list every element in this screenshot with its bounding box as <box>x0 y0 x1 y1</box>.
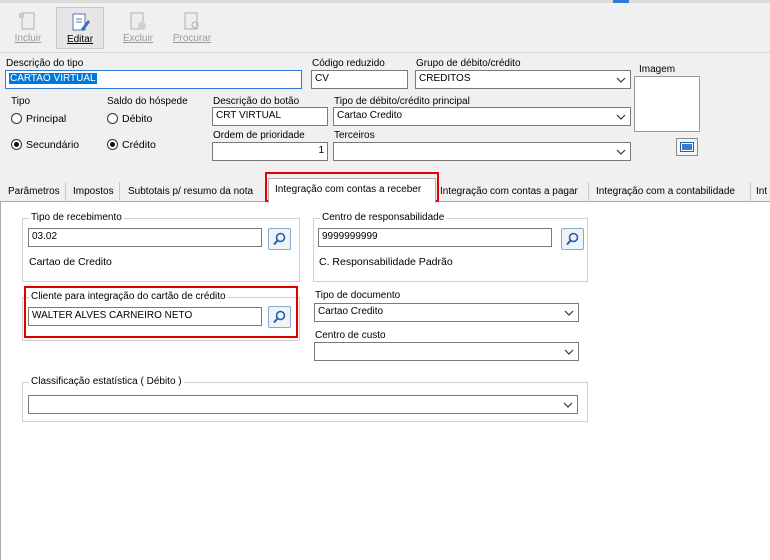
ordem-label: Ordem de prioridade <box>213 130 305 141</box>
chevron-down-icon <box>616 149 626 155</box>
descricao-tipo-label: Descrição do tipo <box>6 58 84 69</box>
grupo-value: CREDITOS <box>419 73 471 84</box>
tab-contas-pagar-label: Integração com contas a pagar <box>440 186 578 197</box>
tipo-dc-select[interactable]: Cartao Credito <box>333 107 631 126</box>
edit-document-icon <box>72 13 90 31</box>
tab-contabilidade[interactable]: Integração com a contabilidade <box>591 182 751 202</box>
tipo-documento-label: Tipo de documento <box>315 290 401 301</box>
centro-custo-label: Centro de custo <box>315 330 386 341</box>
tipo-label: Tipo <box>11 96 31 107</box>
tab-overflow[interactable]: Int <box>753 182 770 202</box>
descricao-botao-label: Descrição do botão <box>213 96 300 107</box>
picture-icon <box>680 142 694 152</box>
radio-unchecked-icon <box>107 113 118 124</box>
chevron-down-icon <box>616 77 626 83</box>
descricao-tipo-input[interactable]: CARTAO VIRTUAL <box>5 70 302 89</box>
excluir-label: Excluir <box>122 33 153 44</box>
tab-parametros-label: Parâmetros <box>8 186 60 197</box>
classificacao-select[interactable] <box>28 395 578 414</box>
chevron-down-icon <box>616 114 626 120</box>
descricao-botao-input[interactable]: CRT VIRTUAL <box>212 107 328 126</box>
codigo-reduzido-label: Código reduzido <box>312 58 385 69</box>
delete-document-icon <box>130 12 146 30</box>
procurar-label: Procurar <box>172 33 212 44</box>
search-icon <box>273 232 286 246</box>
new-document-icon <box>19 12 35 30</box>
tipo-recebimento-desc: Cartao de Credito <box>29 256 112 268</box>
grupo-label: Grupo de débito/crédito <box>416 58 521 69</box>
tab-contabilidade-label: Integração com a contabilidade <box>596 186 735 197</box>
tipo-dc-label: Tipo de débito/crédito principal <box>334 96 470 107</box>
saldo-label: Saldo do hóspede <box>107 96 188 107</box>
image-load-button[interactable] <box>676 138 698 156</box>
centro-resp-desc: C. Responsabilidade Padrão <box>319 256 453 268</box>
centro-custo-select[interactable] <box>314 342 579 361</box>
saldo-debito-label: Débito <box>122 113 153 125</box>
toolbar: Incluir Editar Excluir Procurar <box>0 3 770 53</box>
radio-checked-icon <box>11 139 22 150</box>
tab-subtotais-label: Subtotais p/ resumo da nota <box>128 186 254 197</box>
search-document-icon <box>184 12 199 30</box>
tab-contas-pagar[interactable]: Integração com contas a pagar <box>438 182 589 202</box>
grupo-select[interactable]: CREDITOS <box>415 70 631 89</box>
codigo-reduzido-input[interactable]: CV <box>311 70 408 89</box>
tipo-principal-label: Principal <box>26 113 67 125</box>
excluir-button[interactable]: Excluir <box>114 7 162 49</box>
codigo-reduzido-value: CV <box>315 73 329 84</box>
tab-overflow-label: Int <box>756 186 768 197</box>
terceiros-select[interactable] <box>333 142 631 161</box>
tipo-recebimento-label: Tipo de recebimento <box>29 212 124 223</box>
highlight-box-cliente <box>24 286 298 338</box>
tipo-dc-value: Cartao Credito <box>337 110 403 121</box>
tab-contas-receber-label: Integração com contas a receber <box>275 184 422 195</box>
tipo-recebimento-value: 03.02 <box>32 231 58 242</box>
tab-parametros[interactable]: Parâmetros <box>4 182 66 202</box>
radio-unchecked-icon <box>11 113 22 124</box>
tipo-recebimento-search-button[interactable] <box>268 228 291 250</box>
tab-bar: Parâmetros Impostos Subtotais p/ resumo … <box>0 178 770 203</box>
incluir-button[interactable]: Incluir <box>4 7 52 49</box>
tipo-documento-select[interactable]: Cartao Credito <box>314 303 579 322</box>
editar-button[interactable]: Editar <box>56 7 104 49</box>
editar-label: Editar <box>66 34 94 45</box>
incluir-label: Incluir <box>14 33 42 44</box>
tipo-secundario-label: Secundário <box>26 139 80 151</box>
tab-impostos-label: Impostos <box>73 186 114 197</box>
tab-subtotais[interactable]: Subtotais p/ resumo da nota <box>122 182 266 202</box>
chevron-down-icon <box>564 310 574 316</box>
tipo-principal-radio[interactable]: Principal <box>11 113 66 125</box>
centro-resp-input[interactable]: 9999999999 <box>318 228 552 247</box>
centro-resp-search-button[interactable] <box>561 228 584 250</box>
tipo-documento-value: Cartao Credito <box>318 306 384 317</box>
terceiros-label: Terceiros <box>334 130 375 141</box>
tipo-secundario-radio[interactable]: Secundário <box>11 139 79 151</box>
imagem-box[interactable] <box>634 76 700 132</box>
radio-checked-icon <box>107 139 118 150</box>
descricao-botao-value: CRT VIRTUAL <box>216 110 282 121</box>
saldo-debito-radio[interactable]: Débito <box>107 113 152 125</box>
saldo-credito-radio[interactable]: Crédito <box>107 139 156 151</box>
chevron-down-icon <box>563 402 573 408</box>
tab-contas-receber[interactable]: Integração com contas a receber <box>268 178 436 203</box>
imagem-label: Imagem <box>639 64 676 75</box>
search-icon <box>566 232 579 246</box>
procurar-button[interactable]: Procurar <box>168 7 216 49</box>
centro-resp-label: Centro de responsabilidade <box>320 212 447 223</box>
ordem-input[interactable]: 1 <box>212 142 328 161</box>
tipo-recebimento-input[interactable]: 03.02 <box>28 228 262 247</box>
centro-resp-value: 9999999999 <box>322 231 378 242</box>
saldo-credito-label: Crédito <box>122 139 156 151</box>
descricao-tipo-value: CARTAO VIRTUAL <box>9 73 97 84</box>
tab-impostos[interactable]: Impostos <box>68 182 120 202</box>
chevron-down-icon <box>564 349 574 355</box>
ordem-value: 1 <box>318 145 324 156</box>
classificacao-label: Classificação estatística ( Débito ) <box>29 376 184 387</box>
